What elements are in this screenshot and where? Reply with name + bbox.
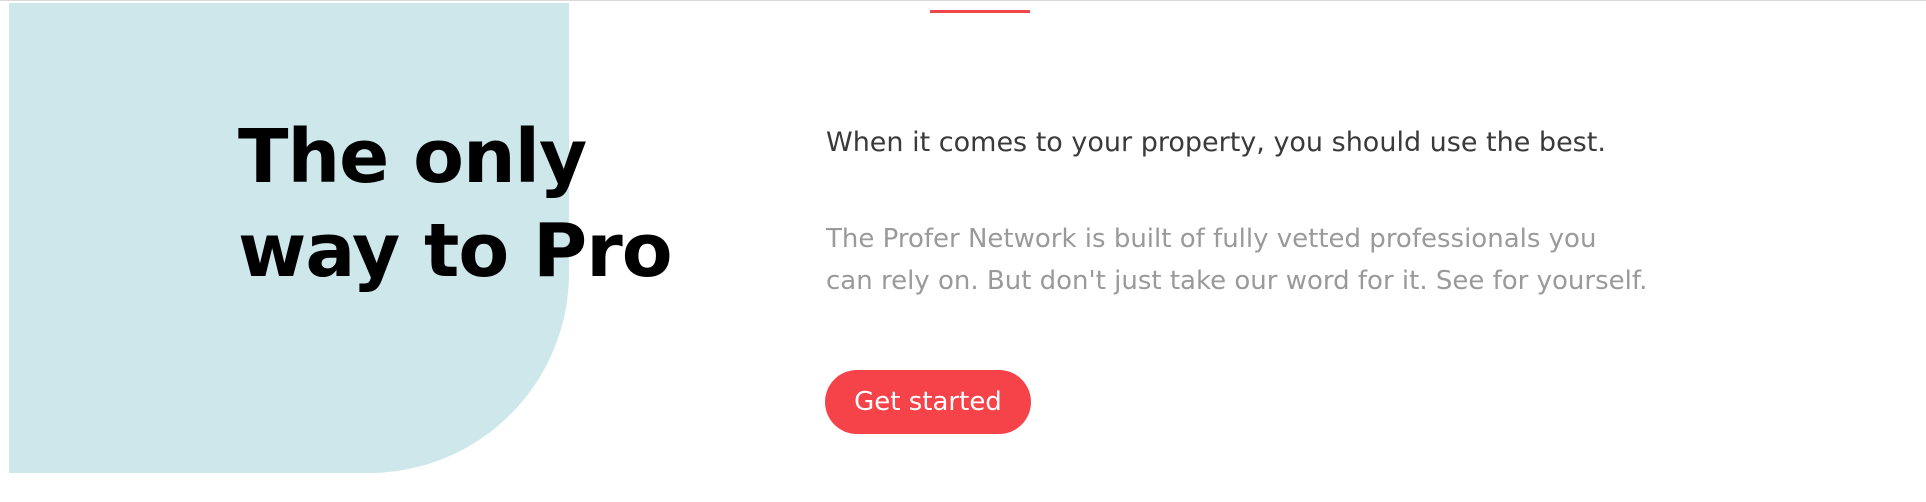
hero-lead-text: When it comes to your property, you shou… xyxy=(826,127,1606,158)
active-nav-indicator xyxy=(930,10,1030,13)
hero-headline: The only way to Pro xyxy=(238,110,698,298)
description-line-1: The Profer Network is built of fully vet… xyxy=(826,224,1597,254)
hero-section: The only way to Pro When it comes to you… xyxy=(0,0,1926,502)
get-started-button[interactable]: Get started xyxy=(825,370,1031,434)
description-line-2: can rely on. But don't just take our wor… xyxy=(826,266,1648,296)
top-divider xyxy=(0,0,1926,1)
hero-description: The Profer Network is built of fully vet… xyxy=(826,218,1686,302)
headline-line-2: way to Pro xyxy=(238,208,673,294)
headline-line-1: The only xyxy=(238,114,587,200)
